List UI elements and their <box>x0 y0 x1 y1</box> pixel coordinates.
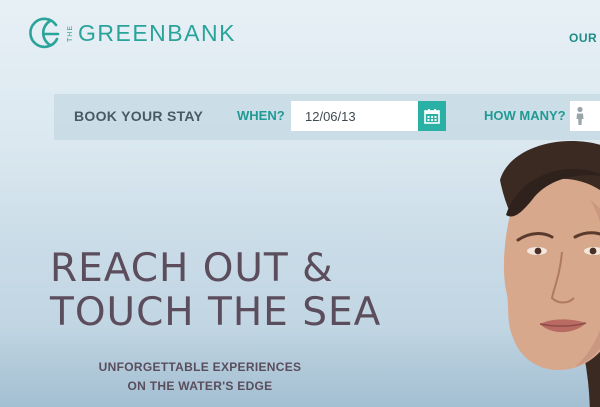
nav-item-our[interactable]: OUR <box>569 31 597 45</box>
how-many-label: HOW MANY? <box>484 108 566 123</box>
when-label: WHEN? <box>237 108 285 123</box>
guests-input[interactable] <box>570 101 600 131</box>
hero-headline: REACH OUT & TOUCH THE SEA <box>50 247 381 335</box>
logo-prefix: THE <box>67 24 74 42</box>
calendar-button[interactable] <box>418 101 446 131</box>
subhead-line-2: ON THE WATER'S EDGE <box>127 379 273 393</box>
hero-subheading: UNFORGETTABLE EXPERIENCES ON THE WATER'S… <box>96 358 304 396</box>
hero-banner <box>0 0 600 407</box>
subhead-line-1: UNFORGETTABLE EXPERIENCES <box>98 360 302 374</box>
brand-logo[interactable]: THE GREENBANK <box>26 15 236 51</box>
headline-line-2: TOUCH THE SEA <box>50 290 382 335</box>
date-input[interactable] <box>291 101 418 131</box>
person-icon <box>576 106 584 125</box>
logo-name: GREENBANK <box>78 19 236 46</box>
headline-line-1: REACH OUT & <box>50 246 334 291</box>
booking-title: BOOK YOUR STAY <box>74 108 204 124</box>
greenbank-logo-icon <box>29 17 60 49</box>
calendar-icon <box>424 109 440 124</box>
hero-photo-woman <box>500 141 600 407</box>
